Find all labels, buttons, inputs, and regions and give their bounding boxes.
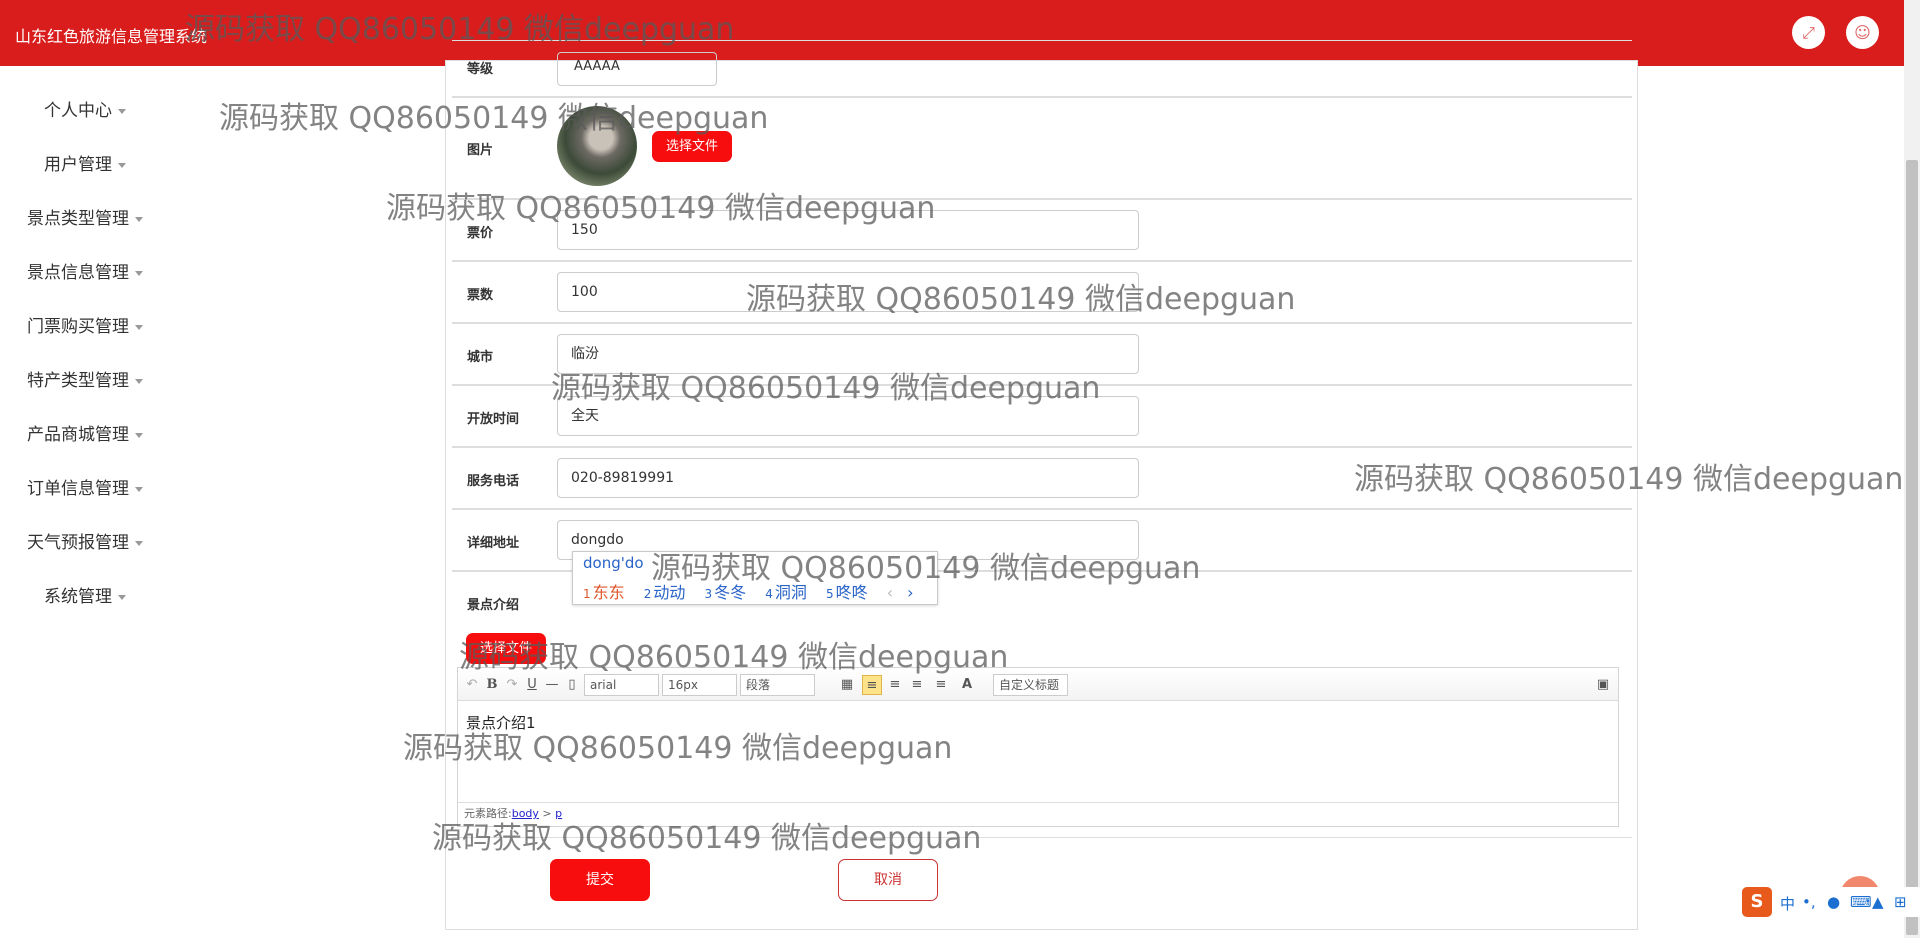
redo-icon[interactable]: ↷ bbox=[504, 675, 520, 695]
skin-icon[interactable]: ▲ bbox=[1872, 893, 1884, 911]
font-color-button[interactable]: A bbox=[956, 675, 978, 695]
sidebar-item-product-mall[interactable]: 产品商城管理 bbox=[0, 420, 170, 445]
sidebar-item-users[interactable]: 用户管理 bbox=[0, 150, 170, 175]
cancel-button[interactable]: 取消 bbox=[838, 859, 938, 901]
caret-down-icon bbox=[135, 324, 143, 330]
align-left-icon[interactable]: ≡ bbox=[862, 675, 882, 695]
ime-mode-toggle[interactable]: 中 bbox=[1780, 893, 1795, 914]
undo-icon[interactable]: ↶ bbox=[464, 675, 480, 695]
ime-toolbar: S 中 •, ● ⌨ ▲ ⊞ bbox=[1742, 887, 1920, 917]
sidebar-item-label: 景点类型管理 bbox=[27, 209, 129, 229]
align-center-icon[interactable]: ≡ bbox=[908, 675, 926, 695]
tickets-input[interactable]: 100 bbox=[557, 272, 1139, 312]
ime-prev-page-icon[interactable]: ‹ bbox=[887, 583, 893, 602]
caret-down-icon bbox=[135, 270, 143, 276]
city-label: 城市 bbox=[467, 350, 494, 365]
sidebar-item-label: 特产类型管理 bbox=[27, 371, 129, 391]
sidebar-item-system[interactable]: 系统管理 bbox=[0, 582, 170, 607]
image-choose-file-button[interactable]: 选择文件 bbox=[652, 131, 732, 162]
address-label: 详细地址 bbox=[467, 536, 520, 551]
ime-candidate[interactable]: 1 东东 bbox=[583, 583, 625, 602]
grid-menu-icon[interactable]: ⊞ bbox=[1894, 893, 1907, 911]
bold-button[interactable]: B bbox=[484, 675, 500, 695]
horizontal-rule-button[interactable]: — bbox=[544, 675, 560, 695]
tickets-label: 票数 bbox=[467, 288, 494, 303]
caret-down-icon bbox=[135, 432, 143, 438]
caret-down-icon bbox=[118, 108, 126, 114]
align-justify-icon[interactable]: ≡ bbox=[932, 675, 950, 695]
rich-text-editor: ↶ B ↷ U — ▯ arial 16px 段落 ▦ ≡ ≡ ≡ ≡ A 自定… bbox=[457, 667, 1619, 827]
caret-down-icon bbox=[135, 486, 143, 492]
font-size-select[interactable]: 16px bbox=[662, 674, 737, 696]
image-label: 图片 bbox=[467, 143, 494, 158]
editor-content[interactable]: 景点介绍1 bbox=[466, 712, 536, 733]
caret-down-icon bbox=[118, 594, 126, 600]
intro-label: 景点介绍 bbox=[467, 598, 520, 613]
align-right-icon[interactable]: ≡ bbox=[886, 675, 904, 695]
element-path-label: 元素路径: bbox=[464, 807, 512, 820]
expand-icon[interactable]: ⤢ bbox=[1792, 16, 1825, 49]
underline-button[interactable]: U bbox=[524, 675, 540, 695]
sidebar-item-specialty-types[interactable]: 特产类型管理 bbox=[0, 366, 170, 391]
caret-down-icon bbox=[118, 162, 126, 168]
document-icon[interactable]: ▯ bbox=[564, 675, 580, 695]
punctuation-toggle[interactable]: •, bbox=[1802, 893, 1816, 911]
level-label: 等级 bbox=[467, 62, 494, 77]
open-time-input[interactable]: 全天 bbox=[557, 396, 1139, 436]
user-icon[interactable]: ☺ bbox=[1846, 16, 1879, 49]
sidebar-item-label: 订单信息管理 bbox=[27, 479, 129, 499]
sidebar-item-label: 用户管理 bbox=[44, 155, 112, 175]
caret-down-icon bbox=[135, 216, 143, 222]
sidebar-item-label: 门票购买管理 bbox=[27, 317, 129, 337]
submit-button[interactable]: 提交 bbox=[550, 859, 650, 901]
keyboard-icon[interactable]: ⌨ bbox=[1850, 893, 1872, 911]
ime-candidate-list: 1 东东 2 动动 3 冬冬 4 洞洞 5 咚咚 ‹ › bbox=[583, 579, 928, 603]
editor-toolbar: ↶ B ↷ U — ▯ arial 16px 段落 ▦ ≡ ≡ ≡ ≡ A 自定… bbox=[458, 668, 1618, 701]
app-title: 山东红色旅游信息管理系统 bbox=[15, 27, 208, 46]
sidebar-item-orders[interactable]: 订单信息管理 bbox=[0, 474, 170, 499]
element-path-body-link[interactable]: body bbox=[512, 807, 539, 820]
font-family-select[interactable]: arial bbox=[584, 674, 659, 696]
city-input[interactable]: 临汾 bbox=[557, 334, 1139, 374]
ime-candidate[interactable]: 2 动动 bbox=[644, 583, 686, 602]
element-path-separator: > bbox=[538, 807, 556, 820]
phone-input[interactable]: 020-89819991 bbox=[557, 458, 1139, 498]
spot-image-thumbnail bbox=[557, 106, 637, 186]
level-select[interactable]: AAAAA bbox=[557, 52, 717, 86]
ime-pinyin: dong'do bbox=[583, 554, 644, 572]
sidebar-item-spot-types[interactable]: 景点类型管理 bbox=[0, 204, 170, 229]
fullscreen-icon[interactable]: ▣ bbox=[1594, 675, 1612, 695]
editor-element-path: 元素路径:body > p bbox=[458, 802, 1618, 827]
scrollbar-thumb[interactable] bbox=[1906, 160, 1918, 935]
price-input[interactable]: 150 bbox=[557, 210, 1139, 250]
ime-candidate-popup: dong'do 1 东东 2 动动 3 冬冬 4 洞洞 5 咚咚 ‹ › bbox=[572, 551, 938, 605]
paragraph-select[interactable]: 段落 bbox=[740, 674, 815, 696]
sidebar-item-ticket-purchase[interactable]: 门票购买管理 bbox=[0, 312, 170, 337]
sidebar-item-label: 个人中心 bbox=[44, 101, 112, 121]
sidebar-item-label: 系统管理 bbox=[44, 587, 112, 607]
sidebar-item-label: 天气预报管理 bbox=[27, 533, 129, 553]
sidebar-item-personal-center[interactable]: 个人中心 bbox=[0, 96, 170, 121]
open-time-label: 开放时间 bbox=[467, 412, 520, 427]
ime-candidate[interactable]: 5 咚咚 bbox=[826, 583, 868, 602]
custom-title-select[interactable]: 自定义标题 bbox=[993, 674, 1068, 696]
sogou-logo-icon[interactable]: S bbox=[1742, 887, 1772, 917]
microphone-icon[interactable]: ● bbox=[1827, 893, 1840, 911]
sidebar-item-label: 景点信息管理 bbox=[27, 263, 129, 283]
price-label: 票价 bbox=[467, 226, 494, 241]
caret-down-icon bbox=[135, 378, 143, 384]
intro-choose-file-button[interactable]: 选择文件 bbox=[466, 633, 546, 664]
ime-next-page-icon[interactable]: › bbox=[907, 583, 913, 602]
phone-label: 服务电话 bbox=[467, 474, 520, 489]
sidebar-item-spot-info[interactable]: 景点信息管理 bbox=[0, 258, 170, 283]
ime-candidate[interactable]: 4 洞洞 bbox=[765, 583, 807, 602]
sidebar-item-weather[interactable]: 天气预报管理 bbox=[0, 528, 170, 553]
element-path-p-link[interactable]: p bbox=[555, 807, 562, 820]
ime-candidate[interactable]: 3 冬冬 bbox=[705, 583, 747, 602]
caret-down-icon bbox=[135, 540, 143, 546]
table-icon[interactable]: ▦ bbox=[838, 675, 856, 695]
sidebar-item-label: 产品商城管理 bbox=[27, 425, 129, 445]
